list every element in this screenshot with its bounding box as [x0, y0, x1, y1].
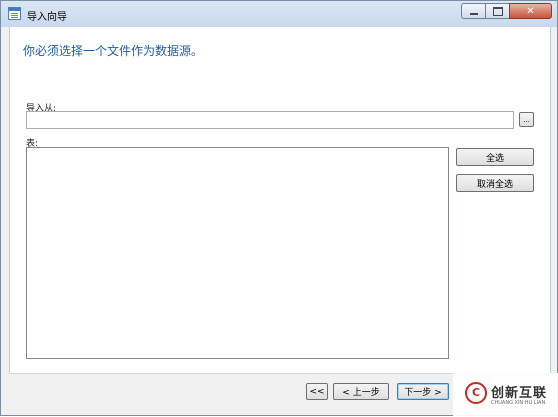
previous-step-button[interactable]: < 上一步 [333, 383, 389, 400]
minimize-icon [469, 12, 478, 15]
watermark-logo-icon: C [465, 382, 487, 404]
select-all-button[interactable]: 全选 [456, 148, 534, 166]
watermark-subtitle: CHUANG XIN HU LIAN [491, 400, 546, 406]
next-step-button[interactable]: 下一步 > [397, 383, 449, 400]
close-icon: ✕ [526, 5, 535, 17]
browse-button[interactable]: ... [519, 112, 534, 127]
watermark-name: 创新互联 [491, 386, 548, 401]
import-from-input[interactable] [26, 111, 514, 129]
close-button[interactable]: ✕ [509, 3, 552, 19]
title-bar[interactable]: 导入向导 ✕ [1, 1, 557, 27]
first-step-button[interactable]: << [306, 383, 328, 400]
maximize-button[interactable] [485, 3, 509, 19]
table-app-icon [8, 7, 21, 20]
deselect-all-button[interactable]: 取消全选 [456, 174, 534, 192]
table-list[interactable] [26, 147, 449, 359]
window-title: 导入向导 [27, 12, 67, 23]
import-wizard-window: 导入向导 ✕ 你必须选择一个文件作为数据源。 导入从: ... 表: 全选 取消… [0, 0, 558, 417]
maximize-icon [492, 6, 503, 16]
wizard-content-panel: 你必须选择一个文件作为数据源。 导入从: ... 表: 全选 取消全选 [9, 27, 551, 374]
caption-buttons: ✕ [461, 3, 552, 19]
watermark: C 创新互联 CHUANG XIN HU LIAN [453, 373, 558, 417]
wizard-heading: 你必须选择一个文件作为数据源。 [23, 44, 204, 58]
minimize-button[interactable] [461, 3, 485, 19]
